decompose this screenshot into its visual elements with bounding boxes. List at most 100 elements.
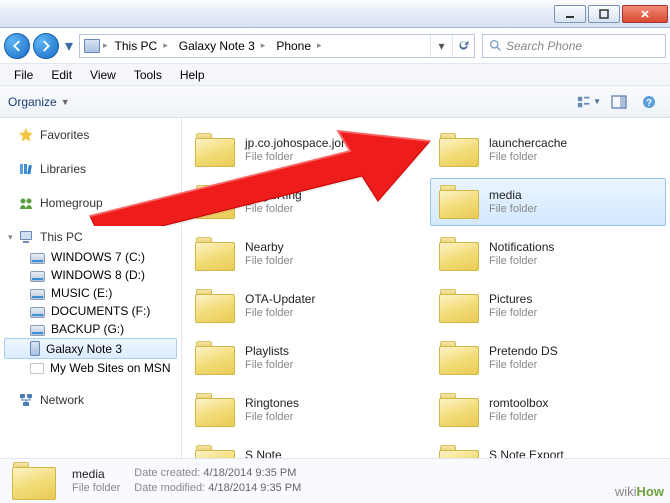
sidebar-drive-item[interactable]: DOCUMENTS (F:) <box>4 302 177 320</box>
computer-icon <box>84 39 100 53</box>
folder-tile[interactable]: NotificationsFile folder <box>430 230 666 278</box>
folder-icon <box>30 363 44 374</box>
sidebar-drive-item[interactable]: Galaxy Note 3 <box>4 338 177 359</box>
details-created: 4/18/2014 9:35 PM <box>203 467 296 479</box>
menu-view[interactable]: View <box>82 66 124 84</box>
folder-type: File folder <box>245 151 355 165</box>
folder-name: S Note Export <box>489 448 564 458</box>
forward-button[interactable] <box>33 33 59 59</box>
folder-tile[interactable]: mediaFile folder <box>430 178 666 226</box>
breadcrumb-label: Phone <box>276 39 311 53</box>
folder-type: File folder <box>489 203 537 217</box>
folder-type: File folder <box>245 203 302 217</box>
folder-name: OTA-Updater <box>245 292 315 307</box>
close-button[interactable] <box>622 5 668 23</box>
folder-tile[interactable]: OTA-UpdaterFile folder <box>186 282 422 330</box>
folder-tile[interactable]: S NoteFile folder <box>186 438 422 458</box>
sidebar-label: Libraries <box>40 162 86 176</box>
sidebar-label: Homegroup <box>40 196 103 210</box>
sidebar-homegroup[interactable]: Homegroup <box>4 192 177 214</box>
star-icon <box>18 127 34 143</box>
folder-icon <box>437 391 481 429</box>
search-placeholder: Search Phone <box>506 39 582 53</box>
sidebar-drive-item[interactable]: WINDOWS 7 (C:) <box>4 248 177 266</box>
sidebar-network[interactable]: Network <box>4 389 177 411</box>
folder-name: romtoolbox <box>489 396 548 411</box>
organize-button[interactable]: Organize ▼ <box>8 95 70 109</box>
drive-label: BACKUP (G:) <box>51 322 124 336</box>
folder-tile[interactable]: MagicRingFile folder <box>186 178 422 226</box>
folder-type: File folder <box>245 359 293 373</box>
drive-label: WINDOWS 8 (D:) <box>51 268 145 282</box>
chevron-down-icon: ▼ <box>61 97 70 107</box>
sidebar-drive-item[interactable]: MUSIC (E:) <box>4 284 177 302</box>
folder-tile[interactable]: S Note ExportFile folder <box>430 438 666 458</box>
sidebar-drive-item[interactable]: WINDOWS 8 (D:) <box>4 266 177 284</box>
folder-tile[interactable]: NearbyFile folder <box>186 230 422 278</box>
minimize-button[interactable] <box>554 5 586 23</box>
drive-label: Galaxy Note 3 <box>46 342 122 356</box>
history-dropdown[interactable]: ▾ <box>62 33 76 59</box>
folder-name: Pretendo DS <box>489 344 558 359</box>
sidebar-drive-item[interactable]: My Web Sites on MSN <box>4 359 177 377</box>
menu-bar: File Edit View Tools Help <box>0 64 670 86</box>
folder-tile[interactable]: PlaylistsFile folder <box>186 334 422 382</box>
drive-label: MUSIC (E:) <box>51 286 112 300</box>
navigation-pane: Favorites Libraries Homegroup ▾This PC W… <box>0 118 182 458</box>
folder-tile[interactable]: romtoolboxFile folder <box>430 386 666 434</box>
maximize-button[interactable] <box>588 5 620 23</box>
drive-label: DOCUMENTS (F:) <box>51 304 150 318</box>
folder-tile[interactable]: PicturesFile folder <box>430 282 666 330</box>
breadcrumb[interactable]: This PC▸ <box>111 35 174 57</box>
menu-edit[interactable]: Edit <box>43 66 80 84</box>
command-toolbar: Organize ▼ ▼ ? <box>0 86 670 118</box>
svg-text:?: ? <box>646 98 652 109</box>
address-dropdown[interactable]: ▾ <box>430 35 452 57</box>
drive-label: WINDOWS 7 (C:) <box>51 250 145 264</box>
homegroup-icon <box>18 195 34 211</box>
search-input[interactable]: Search Phone <box>482 34 666 58</box>
preview-pane-button[interactable] <box>606 91 632 113</box>
folder-type: File folder <box>245 255 293 269</box>
sidebar-label: Network <box>40 393 84 407</box>
folder-name: media <box>489 188 537 203</box>
network-icon <box>18 392 34 408</box>
breadcrumb[interactable]: Phone▸ <box>272 35 327 57</box>
folder-tile[interactable]: jp.co.johospace.jorteFile folder <box>186 126 422 174</box>
drive-icon <box>30 289 45 300</box>
refresh-button[interactable] <box>452 35 474 57</box>
sidebar-label: Favorites <box>40 128 89 142</box>
sidebar-thispc[interactable]: ▾This PC <box>4 226 177 248</box>
search-icon <box>489 39 502 52</box>
folder-icon <box>193 235 237 273</box>
expand-icon[interactable]: ▾ <box>8 232 13 243</box>
sidebar-libraries[interactable]: Libraries <box>4 158 177 180</box>
phone-icon <box>30 341 40 356</box>
folder-contents: jp.co.johospace.jorteFile folderlauncher… <box>182 118 670 458</box>
watermark: wikiHow <box>615 484 664 500</box>
folder-tile[interactable]: launchercacheFile folder <box>430 126 666 174</box>
folder-icon <box>193 391 237 429</box>
folder-tile[interactable]: Pretendo DSFile folder <box>430 334 666 382</box>
sidebar-drive-item[interactable]: BACKUP (G:) <box>4 320 177 338</box>
view-options-button[interactable]: ▼ <box>576 91 602 113</box>
sidebar-favorites[interactable]: Favorites <box>4 124 177 146</box>
folder-name: launchercache <box>489 136 567 151</box>
menu-tools[interactable]: Tools <box>126 66 170 84</box>
details-created-label: Date created: <box>134 467 200 479</box>
details-modified: 4/18/2014 9:35 PM <box>208 482 301 494</box>
address-bar[interactable]: ▸ This PC▸ Galaxy Note 3▸ Phone▸ ▾ <box>79 34 475 58</box>
folder-name: Ringtones <box>245 396 299 411</box>
back-button[interactable] <box>4 33 30 59</box>
details-name: media <box>72 467 120 482</box>
folder-type: File folder <box>489 307 537 321</box>
folder-icon <box>193 131 237 169</box>
menu-file[interactable]: File <box>6 66 41 84</box>
computer-icon <box>18 229 34 245</box>
folder-icon <box>437 183 481 221</box>
help-button[interactable]: ? <box>636 91 662 113</box>
breadcrumb[interactable]: Galaxy Note 3▸ <box>175 35 272 57</box>
folder-name: MagicRing <box>245 188 302 203</box>
folder-tile[interactable]: RingtonesFile folder <box>186 386 422 434</box>
menu-help[interactable]: Help <box>172 66 213 84</box>
